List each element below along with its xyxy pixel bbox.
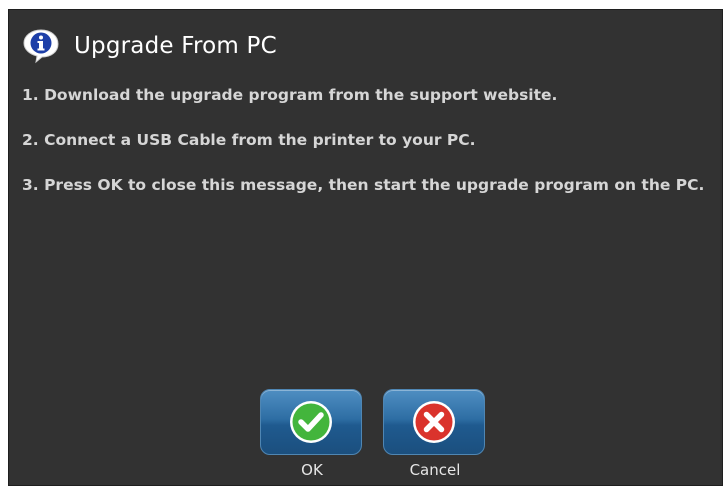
dialog-header: Upgrade From PC: [22, 24, 277, 68]
cancel-button-group: Cancel: [383, 389, 487, 479]
step-2: 2. Connect a USB Cable from the printer …: [22, 131, 476, 149]
info-icon: [22, 28, 60, 64]
ok-button[interactable]: [260, 389, 362, 455]
step-1: 1. Download the upgrade program from the…: [22, 86, 558, 104]
cancel-label: Cancel: [409, 461, 461, 479]
upgrade-dialog: Upgrade From PC 1. Download the upgrade …: [8, 9, 723, 486]
step-3: 3. Press OK to close this message, then …: [22, 176, 705, 194]
ok-button-group: OK: [260, 389, 364, 479]
dialog-title: Upgrade From PC: [74, 33, 277, 59]
ok-label: OK: [301, 461, 323, 479]
cancel-button[interactable]: [383, 389, 485, 455]
checkmark-icon: [287, 398, 335, 446]
x-icon: [410, 398, 458, 446]
button-bar: OK Cancel: [9, 389, 722, 487]
instructions: 1. Download the upgrade program from the…: [22, 84, 712, 219]
